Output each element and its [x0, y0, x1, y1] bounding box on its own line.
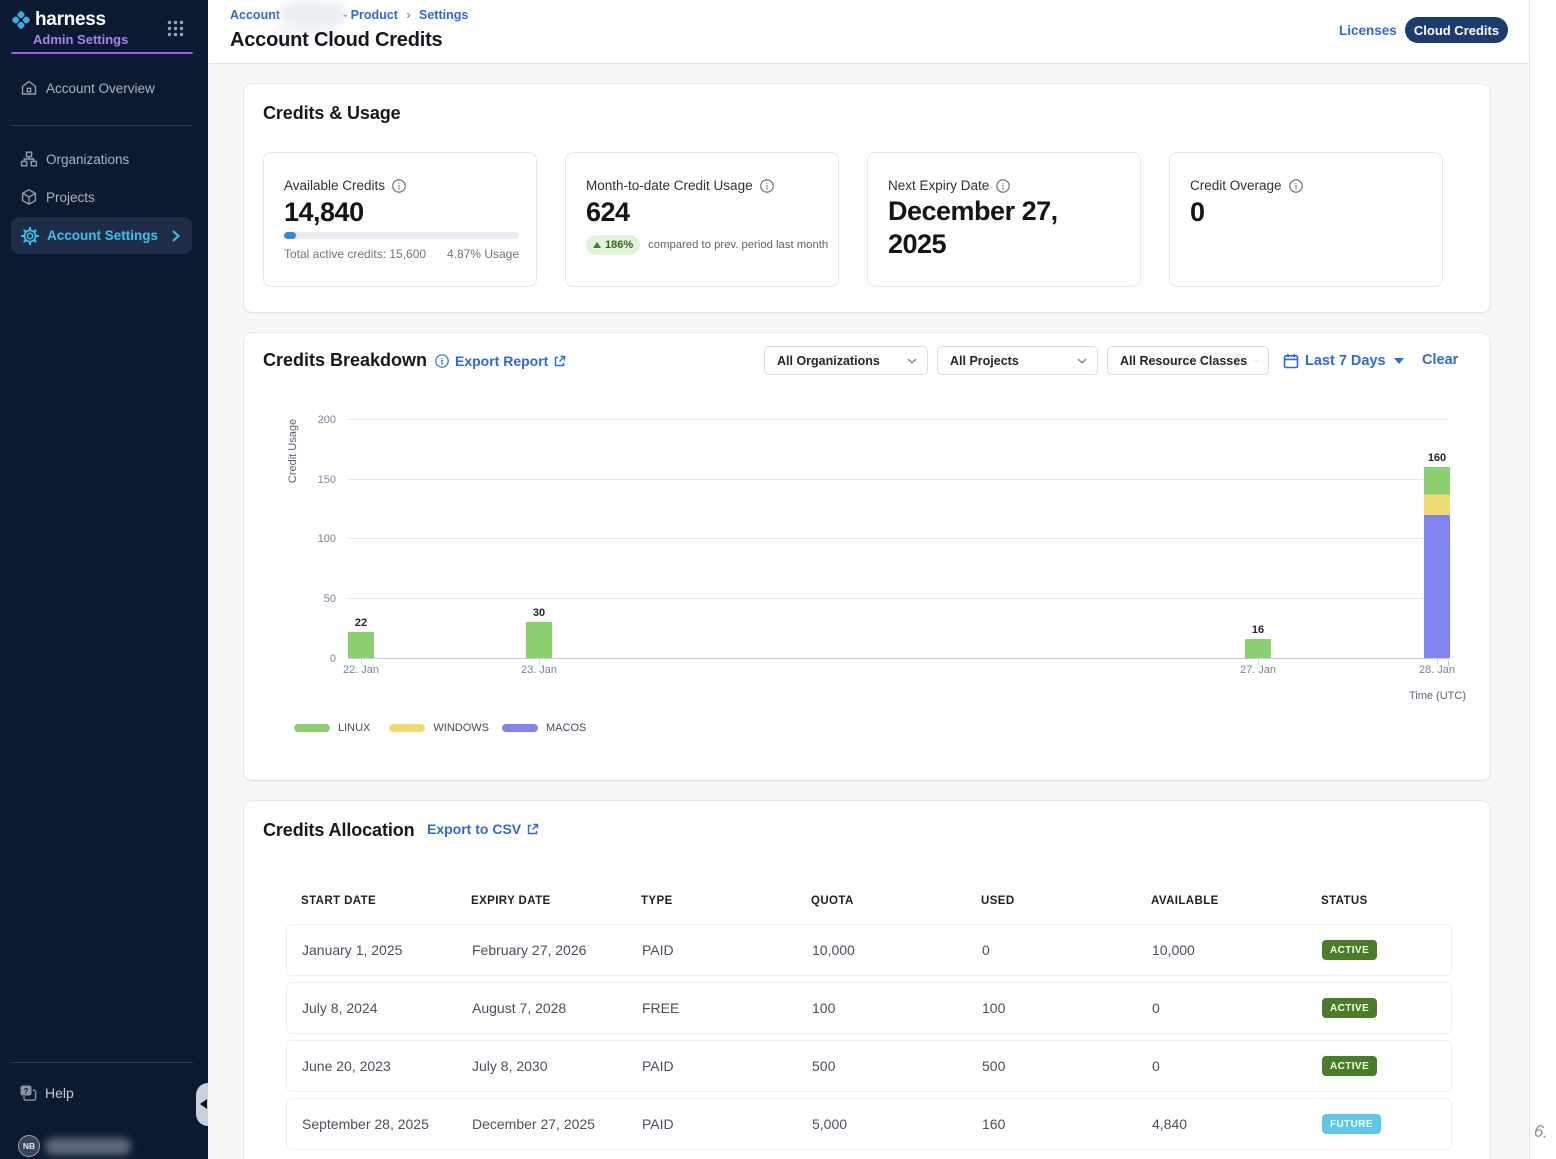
svg-text:50: 50: [324, 593, 336, 605]
svg-text:22. Jan: 22. Jan: [343, 664, 379, 676]
svg-text:100: 100: [318, 533, 336, 545]
svg-text:27. Jan: 27. Jan: [1240, 664, 1276, 676]
svg-text:i: i: [1002, 181, 1005, 191]
svg-text:22: 22: [355, 617, 367, 629]
svg-text:0: 0: [330, 653, 336, 665]
svg-text:150: 150: [318, 474, 336, 486]
svg-text:30: 30: [533, 607, 545, 619]
svg-text:Time (UTC): Time (UTC): [1409, 690, 1466, 702]
svg-text:160: 160: [1428, 452, 1446, 464]
svg-text:?: ?: [24, 1087, 29, 1096]
svg-text:i: i: [1294, 181, 1297, 191]
svg-text:23. Jan: 23. Jan: [521, 664, 557, 676]
svg-text:16: 16: [1252, 624, 1264, 636]
svg-text:200: 200: [318, 414, 336, 426]
svg-text:i: i: [441, 356, 444, 366]
svg-text:i: i: [765, 181, 768, 191]
svg-text:28. Jan: 28. Jan: [1419, 664, 1455, 676]
svg-text:i: i: [398, 181, 401, 191]
svg-text:Credit Usage: Credit Usage: [287, 419, 299, 483]
